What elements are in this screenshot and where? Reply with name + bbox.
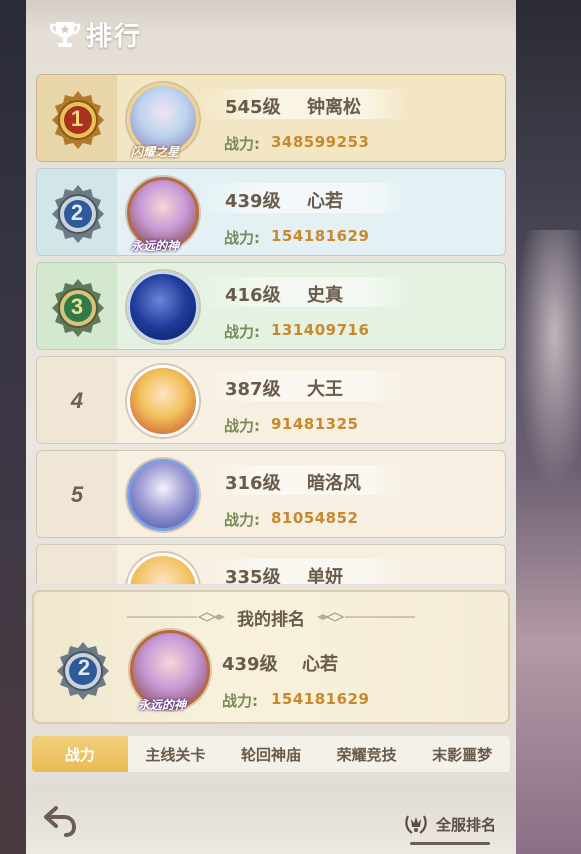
player-name: 大王 [307,379,343,400]
tab-reincarnation-temple[interactable]: 轮回神庙 [223,736,319,772]
player-level: 335级 [225,567,281,584]
player-level: 439级 [225,191,281,212]
player-avatar[interactable] [127,553,199,584]
player-avatar[interactable] [127,459,199,531]
power-value: 154181629 [271,227,370,245]
page-title: 排行 [86,21,143,52]
power-label: 战力: [224,417,260,435]
power-value: 91481325 [271,415,359,433]
player-name: 史真 [307,285,343,306]
tab-glory-arena[interactable]: 荣耀竞技 [319,736,415,772]
avatar-frame-tag: 永远的神 [131,239,180,253]
ranking-list[interactable]: 1 闪耀之星 545级 钟离松 战力: 348599253 2 永远的神 439… [36,74,506,584]
background-left [0,0,28,854]
ranking-row[interactable]: 3 416级 史真 战力: 131409716 [36,262,506,350]
player-name: 暗洛风 [307,473,361,494]
rank-number: 4 [70,388,84,413]
my-power-label: 战力: [222,692,258,710]
rank-number: 6 [37,545,117,584]
power-value: 131409716 [271,321,370,339]
ranking-row[interactable]: 5 316级 暗洛风 战力: 81054852 [36,450,506,538]
power-value: 348599253 [271,133,370,151]
player-level: 545级 [225,97,281,118]
player-avatar[interactable] [127,365,199,437]
player-name: 钟离松 [307,97,361,118]
server-rank-label: 全服排名 [436,815,497,834]
power-label: 战力: [224,511,260,529]
player-name: 单妍 [307,567,343,584]
ranking-row[interactable]: 4 387级 大王 战力: 91481325 [36,356,506,444]
avatar-frame-tag: 闪耀之星 [131,145,180,159]
background-right [515,0,581,854]
panel-header: 排行 [48,14,142,54]
ranking-row[interactable]: 1 闪耀之星 545级 钟离松 战力: 348599253 [36,74,506,162]
ranking-row[interactable]: 6 335级 单妍 [36,544,506,584]
left-ornament-icon [127,612,225,622]
player-avatar[interactable] [127,271,199,343]
my-rank-card: 我的排名 2 永远的神 439级 心若 战力: 154181629 [32,590,510,724]
power-value: 81054852 [271,509,359,527]
my-rank-number: 2 [77,655,91,680]
rank-number: 1 [70,106,84,131]
trophy-icon [49,22,81,47]
my-power-value: 154181629 [271,690,370,708]
back-arrow-icon[interactable] [42,804,78,838]
my-rank-title: 我的排名 [237,609,305,630]
tab-ender-nightmare[interactable]: 末影噩梦 [414,736,510,772]
rank-number: 5 [70,482,84,507]
power-label: 战力: [224,229,260,247]
rank-number: 2 [70,200,84,225]
ranking-row[interactable]: 2 永远的神 439级 心若 战力: 154181629 [36,168,506,256]
avatar-frame-tag: 永远的神 [138,698,187,712]
server-rank-underline [410,842,490,845]
player-name: 心若 [307,191,343,212]
right-ornament-icon [317,612,415,622]
player-level: 387级 [225,379,281,400]
laurel-crown-icon [405,815,427,834]
tab-power[interactable]: 战力 [32,736,128,772]
my-name: 心若 [302,654,338,675]
server-rank-button[interactable]: 全服排名 [402,804,496,844]
rank-number: 3 [70,294,84,319]
power-label: 战力: [224,323,260,341]
my-level: 439级 [222,654,278,675]
tab-main-stage[interactable]: 主线关卡 [128,736,224,772]
player-level: 416级 [225,285,281,306]
my-rank-header: 我的排名 [34,604,508,630]
ranking-tabs: 战力 主线关卡 轮回神庙 荣耀竞技 末影噩梦 [32,736,510,772]
player-level: 316级 [225,473,281,494]
power-label: 战力: [224,135,260,153]
